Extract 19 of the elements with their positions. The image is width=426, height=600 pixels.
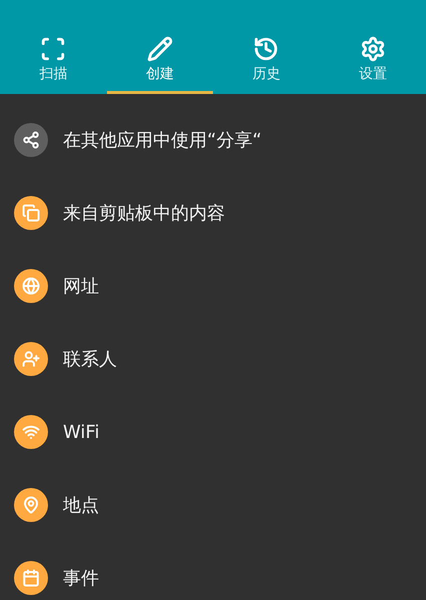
- create-option[interactable]: 地点: [0, 485, 426, 525]
- create-option[interactable]: 联系人: [0, 339, 426, 379]
- globe-icon: [22, 277, 40, 295]
- create-option[interactable]: 在其他应用中使用“分享“: [0, 120, 426, 160]
- copy-icon: [22, 204, 40, 222]
- settings-icon: [360, 36, 386, 62]
- create-option[interactable]: 事件: [0, 558, 426, 598]
- scan-icon: [40, 36, 66, 62]
- share-icon: [22, 131, 40, 149]
- history-icon: [253, 36, 280, 62]
- create-option[interactable]: 网址: [0, 266, 426, 306]
- wifi-icon: [22, 423, 40, 441]
- pencil-icon: [146, 36, 173, 62]
- calendar-icon: [22, 569, 40, 587]
- map-pin-icon: [22, 496, 40, 514]
- create-option[interactable]: WiFi: [0, 412, 426, 452]
- nav-tab[interactable]: 创建: [106, 32, 213, 94]
- add-person-icon: [22, 350, 40, 368]
- create-option[interactable]: 来自剪贴板中的内容: [0, 193, 426, 233]
